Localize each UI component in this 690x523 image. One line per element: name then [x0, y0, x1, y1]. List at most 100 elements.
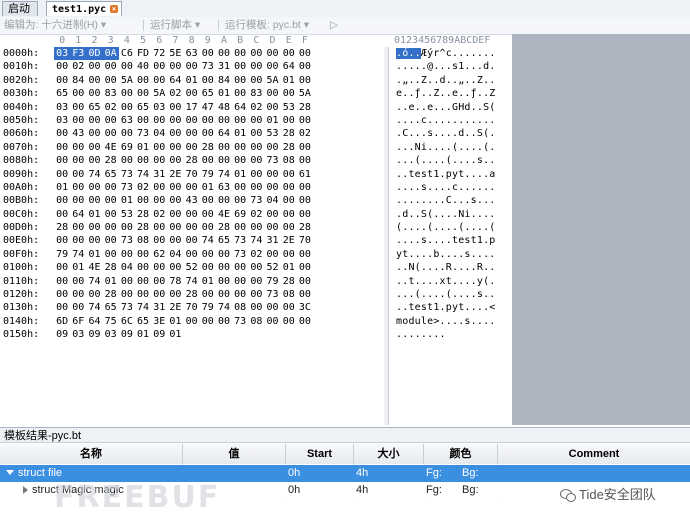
- hex-byte[interactable]: 03: [103, 328, 119, 341]
- run-template-dropdown[interactable]: 运行模板: pyc.bt ▾: [225, 19, 309, 32]
- hex-byte[interactable]: 00: [151, 288, 167, 301]
- hex-byte[interactable]: 00: [70, 221, 86, 234]
- hex-byte[interactable]: 00: [86, 60, 102, 73]
- hex-byte[interactable]: 00: [281, 47, 297, 60]
- tab-test1-pyc[interactable]: test1.pyc ×: [46, 1, 122, 16]
- hex-byte[interactable]: 31: [151, 301, 167, 314]
- hex-byte[interactable]: 01: [167, 328, 183, 341]
- hex-byte[interactable]: 75: [103, 315, 119, 328]
- hex-row[interactable]: 00 00 74 01 00 00 00 78 74 01 00 00 00 79 28 00: [48, 275, 384, 288]
- hex-byte[interactable]: 5A: [119, 74, 135, 87]
- hex-byte[interactable]: 28: [184, 288, 200, 301]
- hex-byte[interactable]: 00: [70, 114, 86, 127]
- hex-byte[interactable]: 00: [216, 315, 232, 328]
- hex-byte[interactable]: 6D: [54, 315, 70, 328]
- hex-byte[interactable]: 0A: [102, 47, 119, 61]
- hex-byte[interactable]: 28: [54, 221, 70, 234]
- hex-byte[interactable]: 00: [248, 60, 264, 73]
- hex-byte[interactable]: 00: [264, 141, 280, 154]
- ascii-pane[interactable]: .ó..Æýr^c....... .....@...s1...d. .„..Z..d…: [388, 47, 513, 425]
- hex-byte[interactable]: 00: [167, 208, 183, 221]
- hex-byte[interactable]: 00: [103, 181, 119, 194]
- hex-byte[interactable]: 61: [297, 168, 313, 181]
- hex-byte[interactable]: 63: [216, 181, 232, 194]
- hex-byte[interactable]: 28: [200, 141, 216, 154]
- hex-byte[interactable]: 00: [151, 114, 167, 127]
- hex-byte[interactable]: 31: [151, 168, 167, 181]
- hex-byte[interactable]: 00: [248, 168, 264, 181]
- hex-byte[interactable]: 74: [184, 275, 200, 288]
- hex-byte[interactable]: 00: [232, 181, 248, 194]
- hex-byte[interactable]: 00: [70, 275, 86, 288]
- hex-byte[interactable]: 00: [70, 154, 86, 167]
- hex-byte[interactable]: 04: [167, 248, 183, 261]
- hex-byte[interactable]: 00: [297, 47, 313, 60]
- hex-byte[interactable]: 00: [86, 87, 102, 100]
- hex-byte[interactable]: 28: [281, 127, 297, 140]
- hex-pane[interactable]: 03 F3 0D 0A C6 FD 72 5E 63 00 00 00 00 00 00 00 00 02 00 00…: [48, 47, 384, 425]
- hex-byte[interactable]: 04: [264, 194, 280, 207]
- hex-byte[interactable]: 73: [232, 234, 248, 247]
- hex-byte[interactable]: 00: [232, 114, 248, 127]
- hex-byte[interactable]: 00: [232, 194, 248, 207]
- hex-byte[interactable]: 31: [216, 60, 232, 73]
- hex-byte[interactable]: 08: [135, 234, 151, 247]
- hex-byte[interactable]: 00: [297, 74, 313, 87]
- hex-byte[interactable]: 00: [167, 234, 183, 247]
- hex-byte[interactable]: 00: [184, 114, 200, 127]
- hex-byte[interactable]: 00: [248, 74, 264, 87]
- hex-byte[interactable]: 00: [184, 87, 200, 100]
- hex-byte[interactable]: 00: [151, 261, 167, 274]
- hex-byte[interactable]: 00: [264, 47, 280, 60]
- hex-byte[interactable]: 00: [70, 87, 86, 100]
- hex-byte[interactable]: 28: [135, 208, 151, 221]
- hex-byte[interactable]: 01: [200, 181, 216, 194]
- hex-byte[interactable]: 00: [86, 288, 102, 301]
- hex-byte[interactable]: 00: [264, 101, 280, 114]
- hex-byte[interactable]: 00: [200, 47, 216, 60]
- ascii-row[interactable]: ..t....xt....y(.: [389, 275, 513, 288]
- hex-byte[interactable]: 00: [54, 288, 70, 301]
- hex-row[interactable]: 09 03 09 03 09 01 09 01: [48, 328, 384, 341]
- hex-row[interactable]: 00 00 00 00 73 08 00 00 00 74 65 73 74 31 2E 70: [48, 234, 384, 247]
- hex-byte[interactable]: 73: [200, 60, 216, 73]
- ascii-row[interactable]: .....@...s1...d.: [389, 60, 513, 73]
- play-icon[interactable]: ▷: [330, 19, 338, 32]
- hex-byte[interactable]: 01: [54, 181, 70, 194]
- hex-byte[interactable]: 00: [70, 234, 86, 247]
- hex-byte[interactable]: 00: [103, 127, 119, 140]
- hex-byte[interactable]: 43: [184, 194, 200, 207]
- hex-byte[interactable]: 01: [119, 194, 135, 207]
- hex-byte[interactable]: 00: [135, 87, 151, 100]
- hex-byte[interactable]: 73: [135, 127, 151, 140]
- hex-byte[interactable]: 00: [216, 275, 232, 288]
- hex-byte[interactable]: 00: [54, 141, 70, 154]
- hex-byte[interactable]: 53: [264, 127, 280, 140]
- hex-byte[interactable]: 00: [297, 194, 313, 207]
- hex-byte[interactable]: 53: [281, 101, 297, 114]
- hex-byte[interactable]: 00: [264, 221, 280, 234]
- hex-byte[interactable]: 00: [151, 74, 167, 87]
- hex-byte[interactable]: 5A: [264, 74, 280, 87]
- hex-byte[interactable]: 00: [54, 275, 70, 288]
- hex-byte[interactable]: 00: [248, 154, 264, 167]
- hex-row[interactable]: 00 01 4E 28 04 00 00 00 52 00 00 00 00 52 01 00: [48, 261, 384, 274]
- hex-byte[interactable]: 00: [167, 101, 183, 114]
- hex-byte[interactable]: 00: [54, 168, 70, 181]
- hex-byte[interactable]: 01: [200, 275, 216, 288]
- hex-byte[interactable]: 52: [264, 261, 280, 274]
- hex-byte[interactable]: 00: [264, 208, 280, 221]
- hex-byte[interactable]: 64: [70, 208, 86, 221]
- hex-byte[interactable]: 00: [232, 74, 248, 87]
- hex-byte[interactable]: 02: [297, 127, 313, 140]
- hex-byte[interactable]: 09: [54, 328, 70, 341]
- header-name[interactable]: 名称: [0, 444, 183, 464]
- hex-byte[interactable]: 00: [281, 168, 297, 181]
- hex-byte[interactable]: 00: [264, 87, 280, 100]
- hex-byte[interactable]: 00: [216, 47, 232, 60]
- hex-byte[interactable]: 00: [119, 288, 135, 301]
- hex-byte[interactable]: 62: [151, 248, 167, 261]
- hex-byte[interactable]: 00: [86, 194, 102, 207]
- hex-byte[interactable]: 00: [119, 275, 135, 288]
- hex-byte[interactable]: 2E: [167, 301, 183, 314]
